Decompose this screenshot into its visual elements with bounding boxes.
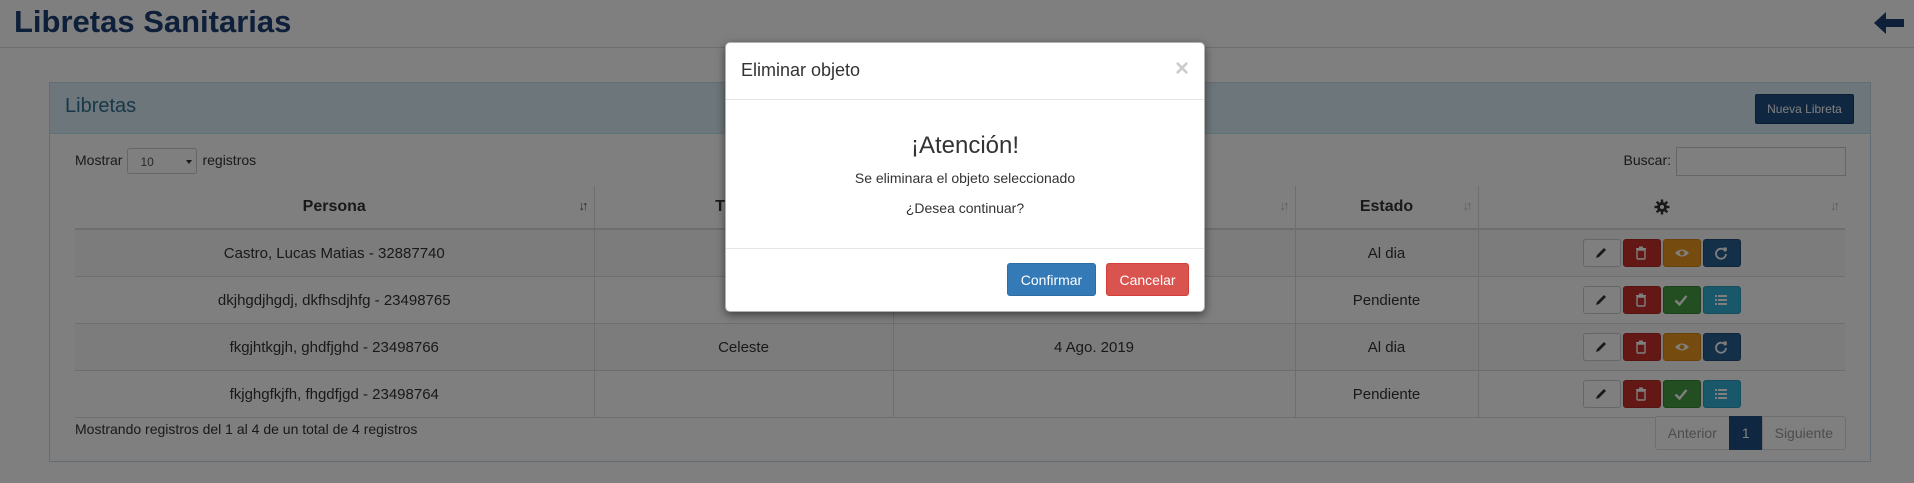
- modal-message: Se eliminara el objeto seleccionado: [854, 170, 1076, 186]
- confirm-button[interactable]: Confirmar: [1007, 263, 1096, 296]
- close-icon[interactable]: ×: [1175, 55, 1189, 83]
- modal-title: Eliminar objeto: [741, 60, 861, 80]
- modal-header: Eliminar objeto ×: [726, 43, 1204, 100]
- delete-modal: Eliminar objeto × ¡Atención! Se eliminar…: [725, 42, 1205, 312]
- modal-question: ¿Desea continuar?: [905, 200, 1025, 216]
- cancel-button[interactable]: Cancelar: [1106, 263, 1189, 296]
- modal-heading: ¡Atención!: [910, 132, 1020, 159]
- modal-body: ¡Atención! Se eliminara el objeto selecc…: [726, 100, 1204, 249]
